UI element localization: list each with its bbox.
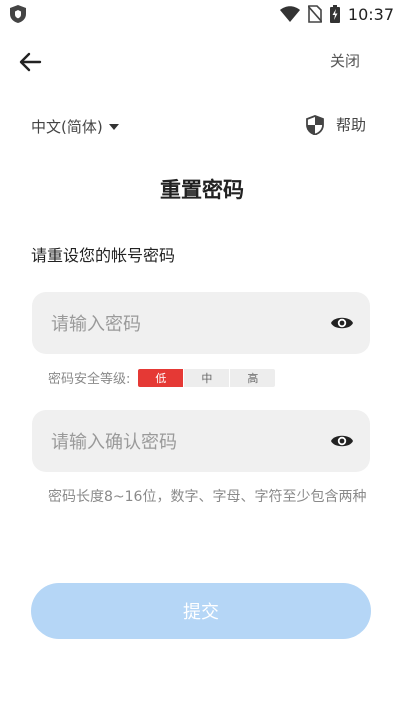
password-input[interactable] <box>49 292 323 356</box>
close-button[interactable]: 关闭 <box>330 50 360 71</box>
status-time: 10:37 <box>347 4 394 24</box>
shield-app-icon <box>10 5 26 23</box>
battery-charging-icon <box>329 5 340 23</box>
no-sim-icon <box>307 5 322 23</box>
language-selector[interactable]: 中文(简体) <box>31 116 119 137</box>
confirm-password-input[interactable] <box>49 410 323 474</box>
page-title: 重置密码 <box>160 178 244 202</box>
confirm-password-field <box>32 410 370 474</box>
instruction-text: 请重设您的帐号密码 <box>31 246 176 265</box>
eye-icon[interactable] <box>330 431 354 451</box>
strength-medium: 中 <box>183 368 230 387</box>
back-arrow-icon[interactable] <box>16 48 44 76</box>
password-hint: 密码长度8~16位，数字、字母、字符至少包含两种 <box>48 489 367 505</box>
wifi-icon <box>279 6 300 22</box>
help-label: 帮助 <box>336 116 367 134</box>
caret-down-icon <box>108 123 119 130</box>
strength-label: 密码安全等级: <box>48 372 131 387</box>
help-button[interactable]: 帮助 <box>306 114 366 135</box>
strength-low: 低 <box>138 368 184 387</box>
strength-bar: 低 中 高 <box>138 368 276 387</box>
status-indicators: 10:37 <box>279 4 394 24</box>
eye-icon[interactable] <box>330 313 354 333</box>
shield-half-icon <box>306 114 324 135</box>
status-bar: 10:37 <box>0 0 404 28</box>
strength-high: 高 <box>229 368 276 387</box>
submit-button[interactable]: 提交 <box>31 583 371 639</box>
password-strength: 密码安全等级: 低 中 高 <box>48 368 276 387</box>
password-field <box>32 292 370 356</box>
language-label: 中文(简体) <box>31 118 103 136</box>
